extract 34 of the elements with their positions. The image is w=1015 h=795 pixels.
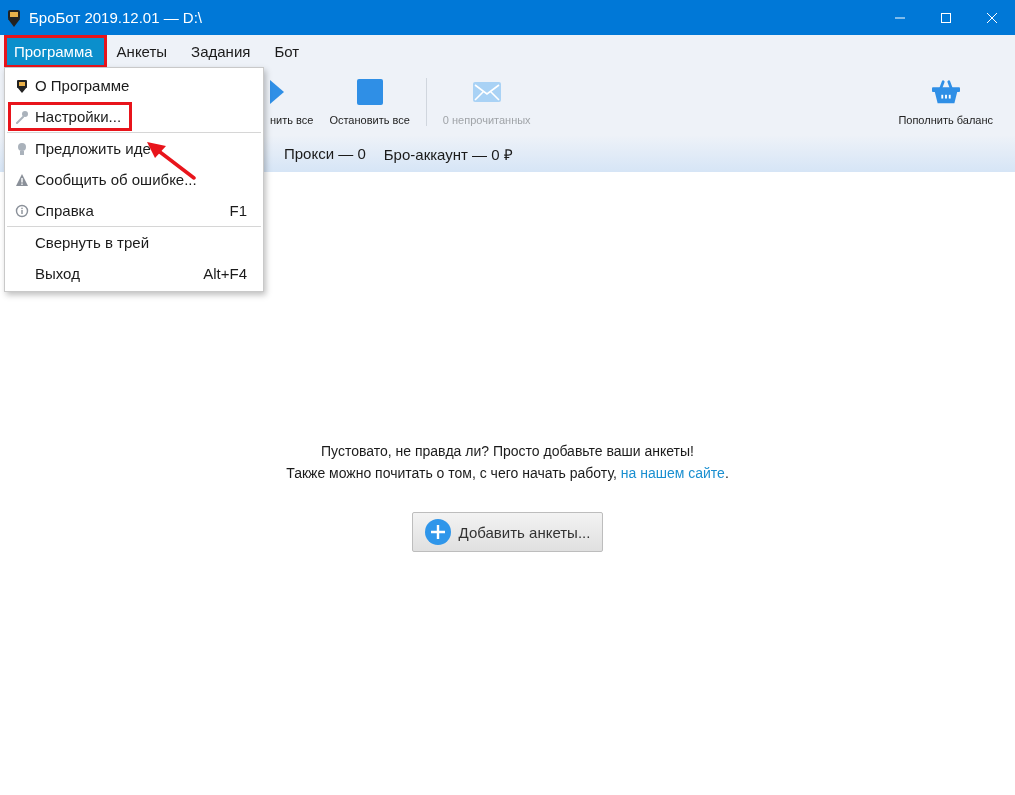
- period-text: .: [724, 465, 729, 481]
- dropdown-item[interactable]: Свернуть в трей: [7, 227, 261, 258]
- toolbar-button[interactable]: Пополнить баланс: [890, 77, 1001, 126]
- dropdown-item[interactable]: Справка F1: [7, 195, 261, 226]
- dropdown-item[interactable]: О Программе: [7, 70, 261, 101]
- dropdown-item[interactable]: Выход Alt+F4: [7, 258, 261, 289]
- menu-item[interactable]: Программа: [4, 35, 107, 68]
- menu-item[interactable]: Анкеты: [106, 35, 182, 68]
- toolbar-button[interactable]: Остановить все: [321, 77, 418, 126]
- info-icon: [15, 203, 29, 218]
- status-text: Прокси — 0: [284, 145, 366, 162]
- close-icon: [986, 11, 998, 24]
- add-profiles-button[interactable]: Добавить анкеты...: [411, 512, 604, 552]
- menu-item[interactable]: Бот: [264, 35, 314, 68]
- empty-message: Пустовато, не правда ли? Просто добавьте ваши анкеты!: [321, 442, 694, 461]
- stop-icon: [355, 77, 384, 106]
- bulb-icon: [15, 141, 29, 156]
- dropdown-item[interactable]: Предложить иде: [7, 133, 261, 164]
- maximize-icon: [940, 11, 952, 24]
- plus-icon: [424, 519, 451, 545]
- play-icon: [270, 77, 284, 106]
- basket-icon: [931, 77, 960, 106]
- dropdown-item[interactable]: Настройки...: [7, 101, 261, 132]
- menu-item[interactable]: Задания: [181, 35, 265, 68]
- status-text: Бро-аккаунт — 0 ₽: [383, 144, 513, 164]
- warning-icon: [15, 172, 29, 187]
- bot-icon: [7, 8, 21, 27]
- window-title: БроБот 2019.12.01 — D:\: [29, 9, 203, 26]
- bot-icon: [15, 78, 29, 93]
- wrench-icon: [15, 109, 29, 124]
- site-link[interactable]: на нашем сайте: [620, 465, 725, 481]
- help-text: Также можно почитать о том, с чего начать работу,: [286, 465, 618, 481]
- toolbar-button[interactable]: нить все: [262, 77, 322, 126]
- dropdown-item[interactable]: Сообщить об ошибке...: [7, 164, 261, 195]
